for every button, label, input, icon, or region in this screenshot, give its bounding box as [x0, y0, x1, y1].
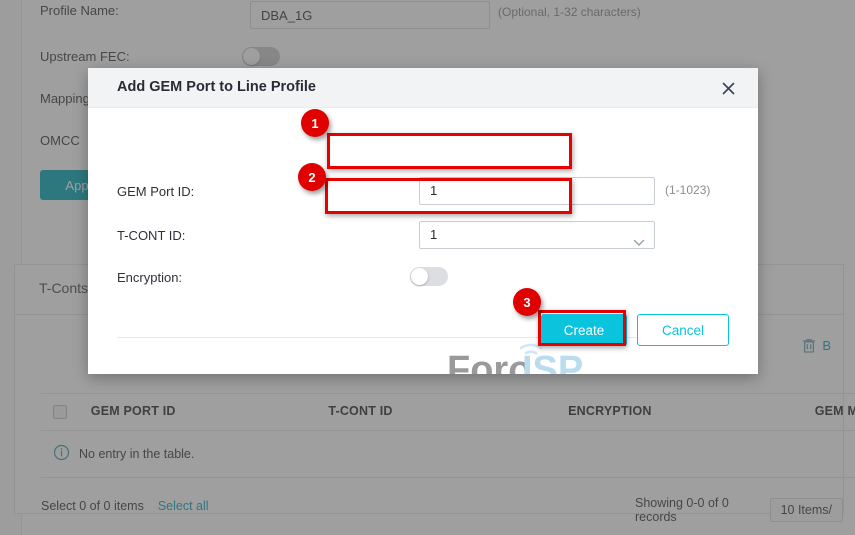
gem-port-id-hint: (1-1023)	[665, 183, 710, 197]
dialog-title: Add GEM Port to Line Profile	[117, 79, 316, 95]
gem-port-id-label: GEM Port ID:	[117, 184, 194, 199]
tcont-id-value: 1	[430, 227, 437, 242]
tcont-id-label: T-CONT ID:	[117, 228, 185, 243]
dialog-footer: Create Cancel	[88, 298, 758, 374]
toggle-knob	[411, 268, 428, 285]
encryption-toggle[interactable]	[410, 267, 448, 286]
gem-port-id-input[interactable]: 1	[419, 177, 655, 205]
chevron-down-icon	[633, 231, 645, 257]
encryption-label: Encryption:	[117, 270, 182, 285]
dialog-header: Add GEM Port to Line Profile	[88, 68, 758, 108]
screen-root: Profile Name: DBA_1G (Optional, 1-32 cha…	[0, 0, 855, 535]
cancel-button[interactable]: Cancel	[637, 314, 729, 346]
close-icon[interactable]	[718, 78, 738, 98]
add-gem-port-dialog: Add GEM Port to Line Profile GEM Port ID…	[88, 68, 758, 374]
tcont-id-select[interactable]: 1	[419, 221, 655, 249]
create-button[interactable]: Create	[541, 314, 627, 346]
